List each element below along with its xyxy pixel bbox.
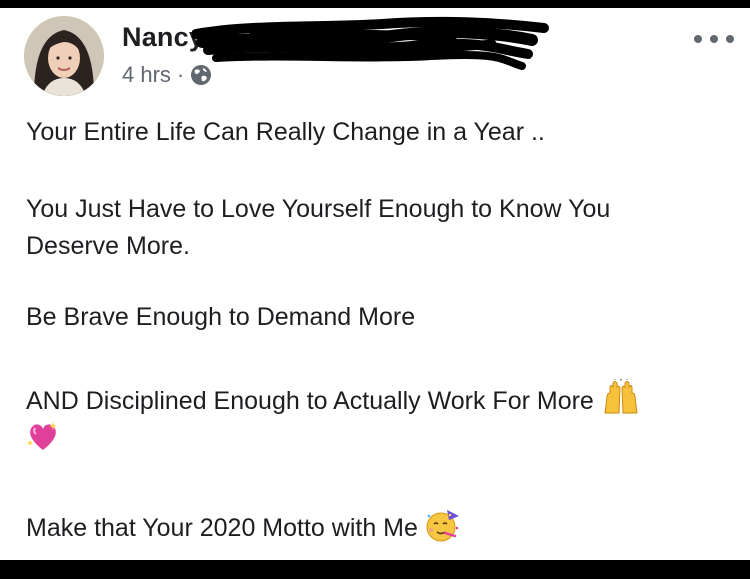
more-dot — [726, 35, 734, 43]
post-line-text: Make that Your 2020 Motto with Me — [26, 514, 418, 542]
post-line: Deserve More. — [26, 232, 190, 260]
post-line: Be Brave Enough to Demand More — [26, 303, 416, 331]
post-line: Your Entire Life Can Really Change in a … — [26, 118, 545, 146]
redaction-scribble — [192, 16, 549, 70]
post-line-with-emoji: Make that Your 2020 Motto with Me — [26, 508, 461, 547]
partying-face-icon — [426, 510, 459, 542]
post-line-with-emoji: AND Disciplined Enough to Actually Work … — [26, 379, 641, 420]
meta-separator: · — [176, 62, 185, 87]
more-dot — [694, 35, 702, 43]
facebook-post: Nancy 4 hrs · Your Entire Life Can Reall… — [0, 8, 750, 560]
post-line-emoji-only — [26, 420, 641, 457]
avatar[interactable] — [24, 16, 104, 96]
raised-hands-icon — [604, 379, 638, 414]
sparkling-heart-icon — [27, 422, 57, 450]
post-line-text: AND Disciplined Enough to Actually Work … — [26, 387, 594, 415]
avatar-photo — [24, 16, 104, 96]
post-line: You Just Have to Love Yourself Enough to… — [26, 195, 611, 223]
timestamp[interactable]: 4 hrs — [122, 62, 171, 88]
globe-icon[interactable] — [190, 64, 212, 86]
more-dot — [710, 35, 718, 43]
more-options-icon[interactable] — [694, 28, 734, 50]
post-meta: 4 hrs · — [122, 62, 212, 88]
